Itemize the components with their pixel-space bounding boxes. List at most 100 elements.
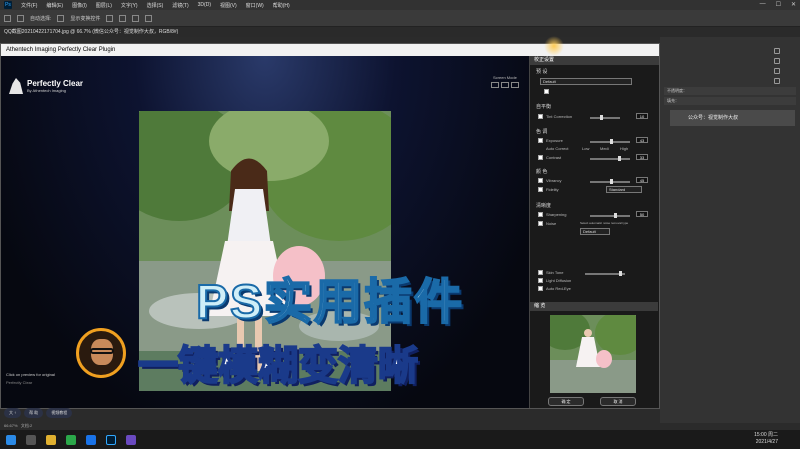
menu-type[interactable]: 文字(Y) — [121, 2, 138, 9]
sharpening-value[interactable]: 50 — [636, 211, 648, 217]
tint-correction-label: Tint Correction — [546, 114, 573, 119]
sharpening-slider[interactable] — [590, 213, 630, 218]
exposure-label: Exposure — [546, 138, 563, 143]
screen-mode-buttons — [491, 82, 519, 88]
browser-icon[interactable] — [86, 434, 96, 445]
caption-title: PS实用插件 — [195, 275, 465, 330]
brush-icon[interactable] — [774, 78, 780, 84]
align-center-icon[interactable] — [119, 14, 127, 22]
exposure-checkbox[interactable] — [538, 138, 543, 143]
tint-correction-checkbox[interactable] — [538, 114, 543, 119]
perfectly-clear-logo-icon — [9, 78, 23, 94]
noise-checkbox[interactable] — [538, 221, 543, 226]
layers-panel: 不透明度： 填充： — [660, 37, 800, 427]
caption-subtitle: 一键模糊变清晰 — [137, 343, 419, 389]
side-view-button[interactable] — [511, 82, 519, 88]
single-view-button[interactable] — [491, 82, 499, 88]
exposure-value[interactable]: 43 — [636, 137, 648, 143]
menu-bar: Ps 文件(F) 编辑(E) 图像(I) 图层(L) 文字(Y) 选择(S) 滤… — [0, 0, 800, 10]
transform-controls-checkbox[interactable] — [57, 14, 65, 22]
vibrancy-label: Vibrancy — [546, 178, 562, 183]
vibrancy-value[interactable]: 45 — [636, 177, 648, 183]
auto-select-label: 自动选择: — [30, 15, 52, 22]
exposure-slider[interactable] — [590, 139, 630, 144]
ok-button[interactable]: 确 定 — [548, 397, 584, 406]
bottom-tabs: 大 ↑ 帮 助 视频教程 — [4, 408, 73, 418]
menu-view[interactable]: 视图(V) — [220, 2, 237, 9]
sharpening-label: Sharpening — [546, 212, 567, 217]
split-view-button[interactable] — [501, 82, 509, 88]
auto-select-checkbox[interactable] — [17, 14, 24, 22]
align-right-icon[interactable] — [132, 14, 140, 22]
doc-size-readout: 文档:2 — [20, 423, 33, 428]
auto-correct-label: Auto Correct — [546, 146, 569, 151]
menu-file[interactable]: 文件(F) — [21, 2, 37, 9]
contrast-slider[interactable] — [590, 156, 630, 161]
menu-3d[interactable]: 3D(D) — [198, 2, 211, 8]
windows-start-icon[interactable] — [6, 434, 16, 445]
auto-correct-high[interactable]: High — [620, 146, 628, 151]
fidelity-select[interactable]: Standard — [606, 186, 642, 193]
panel-icon-strip — [758, 48, 796, 92]
fill-row[interactable]: 填充： — [664, 97, 796, 105]
history-icon[interactable] — [774, 48, 780, 54]
logo-sub: By Athentech Imaging — [27, 88, 66, 93]
settings-header: 校正设置 — [530, 56, 659, 65]
photoshop-taskbar-icon[interactable] — [106, 434, 116, 445]
distribute-icon[interactable] — [145, 14, 153, 22]
tint-correction-value[interactable]: 10 — [636, 113, 648, 119]
preset-select[interactable]: Default — [540, 78, 632, 85]
transform-controls-label: 显示变换控件 — [70, 15, 101, 22]
file-explorer-icon[interactable] — [46, 434, 56, 445]
options-bar: 自动选择: 显示变换控件 — [0, 10, 800, 27]
close-icon[interactable]: ✕ — [791, 1, 796, 8]
auto-correct-medium[interactable]: Medi — [600, 146, 609, 151]
search-icon[interactable] — [26, 434, 36, 445]
noise-select[interactable]: Default — [580, 228, 610, 235]
wechat-icon[interactable] — [66, 434, 76, 445]
taskbar — [0, 430, 800, 449]
cancel-button[interactable]: 取 消 — [600, 397, 636, 406]
menu-edit[interactable]: 编辑(E) — [46, 2, 63, 9]
tint-correction-slider[interactable] — [590, 115, 620, 120]
noise-hint: Select automatic noise removal type — [580, 221, 629, 225]
minimize-icon[interactable]: — — [760, 1, 766, 8]
maximize-icon[interactable]: ☐ — [776, 1, 781, 8]
section-color: 色 调 — [536, 129, 548, 135]
auto-correct-low[interactable]: Low — [582, 146, 589, 151]
preview-hint: Click on preview for original — [6, 372, 55, 377]
preview-hint-brand: Perfectly Clear — [6, 380, 33, 385]
zoom-readout: 66.67% — [4, 423, 18, 428]
size-button[interactable]: 大 ↑ — [4, 408, 22, 418]
taskbar-clock[interactable]: 15:00 周二 2021/4/27 — [754, 432, 778, 446]
preset-save-icon[interactable] — [544, 89, 549, 94]
menu-select[interactable]: 选择(S) — [147, 2, 164, 9]
ps-status-bar: 66.67% 文档:2 — [0, 423, 800, 430]
contrast-value[interactable]: 33 — [636, 154, 648, 160]
clock-time: 15:00 周二 — [754, 432, 778, 438]
document-tab[interactable]: QQ截图20210422171704.jpg @ 66.7% (微信公众号：视觉… — [0, 27, 800, 37]
vibrancy-slider[interactable] — [590, 179, 630, 184]
video-tutorial-button[interactable]: 视频教程 — [46, 408, 73, 418]
contrast-checkbox[interactable] — [538, 155, 543, 160]
adjustments-icon[interactable] — [774, 68, 780, 74]
properties-icon[interactable] — [774, 58, 780, 64]
app-icon[interactable] — [126, 434, 136, 445]
move-tool-icon[interactable] — [4, 14, 11, 22]
menu-help[interactable]: 帮助(H) — [273, 2, 290, 9]
fidelity-checkbox[interactable] — [538, 187, 543, 192]
help-button[interactable]: 帮 助 — [24, 408, 44, 418]
vibrancy-checkbox[interactable] — [538, 178, 543, 183]
menu-filter[interactable]: 滤镜(T) — [172, 2, 188, 9]
section-auto: 自平衡 — [536, 104, 552, 110]
layer-item[interactable]: 公众号：视觉制作大叔 — [670, 110, 795, 126]
menu-window[interactable]: 窗口(W) — [246, 2, 264, 9]
align-left-icon[interactable] — [106, 14, 114, 22]
logo-name: Perfectly Clear — [27, 79, 84, 88]
settings-panel: 校正设置 预 设 Default 自平衡 Tint Correction 10 … — [529, 56, 659, 408]
menu-image[interactable]: 图像(I) — [72, 2, 87, 9]
menu-layer[interactable]: 图层(L) — [96, 2, 112, 9]
sharpening-checkbox[interactable] — [538, 212, 543, 217]
mascot-avatar — [76, 328, 126, 378]
cursor-highlight — [544, 36, 564, 56]
